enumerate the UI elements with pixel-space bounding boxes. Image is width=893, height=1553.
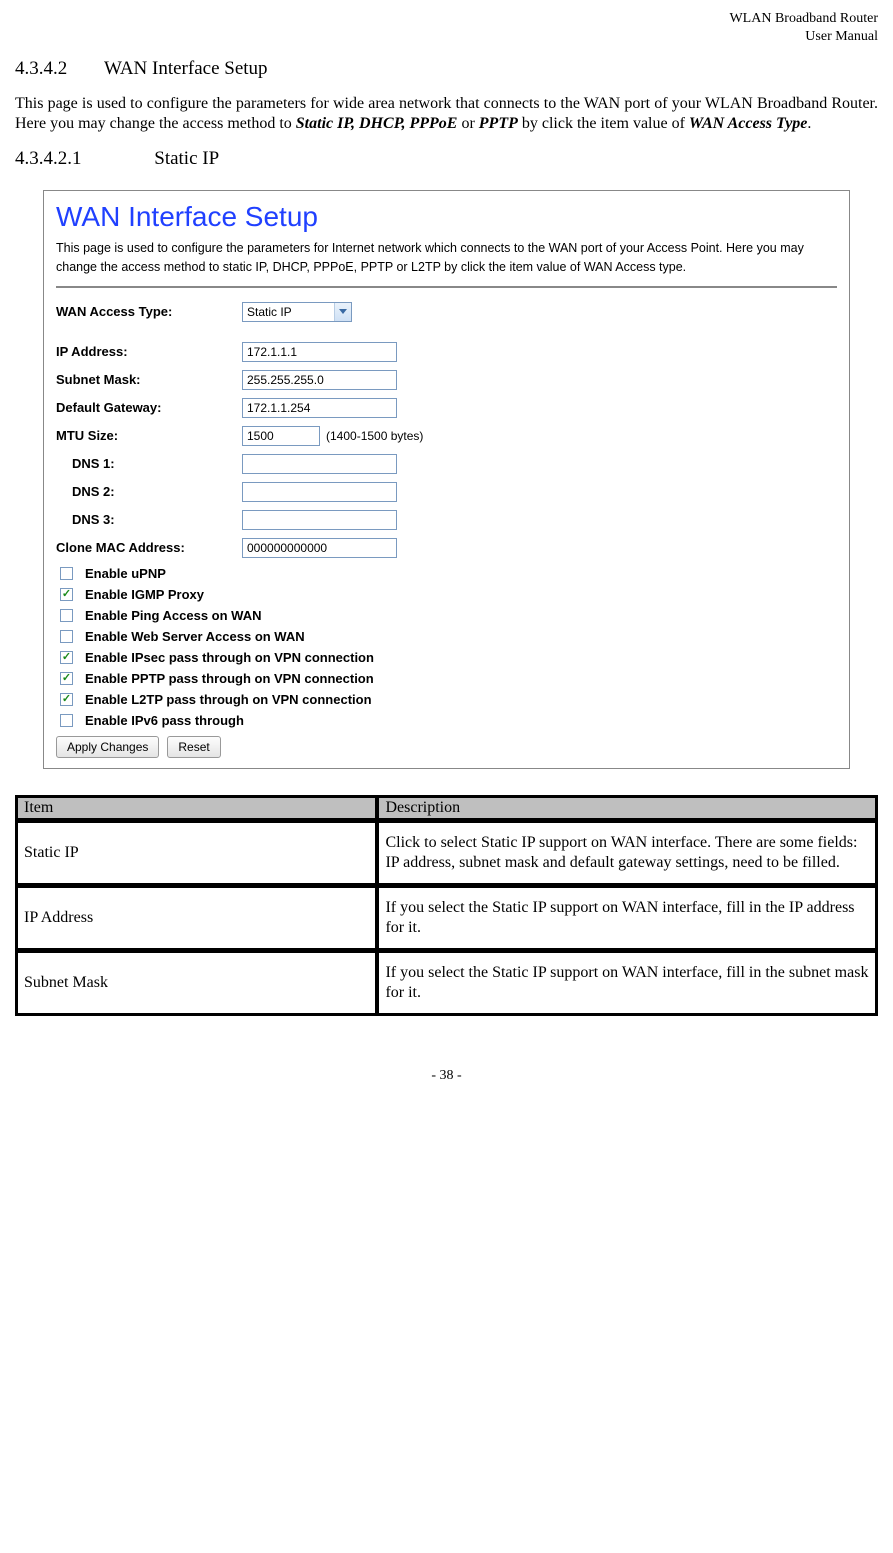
section-num: 4.3.4.2 xyxy=(15,58,67,80)
checkbox-label: Enable IPv6 pass through xyxy=(85,713,244,728)
label-ip-address: IP Address: xyxy=(56,344,242,359)
intro-bi-2: PPTP xyxy=(479,115,518,132)
checkbox[interactable] xyxy=(60,567,73,580)
input-default-gateway[interactable] xyxy=(242,398,397,418)
row-wan-access-type: WAN Access Type: Static IP xyxy=(56,302,837,322)
input-mtu-size[interactable] xyxy=(242,426,320,446)
cell-item: IP Address xyxy=(15,886,377,951)
doc-header-line2: User Manual xyxy=(805,29,878,44)
section-title: WAN Interface Setup xyxy=(104,58,268,80)
checkbox-row: ✓ Enable IGMP Proxy xyxy=(60,587,837,602)
label-dns2: DNS 2: xyxy=(56,484,242,499)
cell-description: If you select the Static IP support on W… xyxy=(377,951,878,1016)
checkbox-row: ✓ Enable PPTP pass through on VPN connect… xyxy=(60,671,837,686)
label-default-gateway: Default Gateway: xyxy=(56,400,242,415)
doc-header-line1: WLAN Broadband Router xyxy=(729,11,878,26)
row-ip-address: IP Address: xyxy=(56,342,837,362)
table-row: Static IPClick to select Static IP suppo… xyxy=(15,821,878,886)
table-row: Subnet MaskIf you select the Static IP s… xyxy=(15,951,878,1016)
checkbox[interactable]: ✓ xyxy=(60,693,73,706)
screenshot-panel: WAN Interface Setup This page is used to… xyxy=(43,190,850,768)
button-row: Apply Changes Reset xyxy=(56,736,837,758)
row-default-gateway: Default Gateway: xyxy=(56,398,837,418)
th-item: Item xyxy=(15,795,377,821)
label-clone-mac: Clone MAC Address: xyxy=(56,540,242,555)
table-header-row: Item Description xyxy=(15,795,878,821)
checkbox[interactable] xyxy=(60,630,73,643)
row-subnet-mask: Subnet Mask: xyxy=(56,370,837,390)
intro-text-2: or xyxy=(457,115,478,132)
row-dns2: DNS 2: xyxy=(56,482,837,502)
label-dns1: DNS 1: xyxy=(56,456,242,471)
intro-text-4: . xyxy=(807,115,811,132)
select-wan-access-type[interactable]: Static IP xyxy=(242,302,352,322)
intro-paragraph: This page is used to configure the param… xyxy=(15,94,878,134)
checkbox-label: Enable Web Server Access on WAN xyxy=(85,629,305,644)
checkbox-row: Enable uPNP xyxy=(60,566,837,581)
reset-button[interactable]: Reset xyxy=(167,736,220,758)
checkbox-label: Enable IPsec pass through on VPN connect… xyxy=(85,650,374,665)
checkbox-row: Enable IPv6 pass through xyxy=(60,713,837,728)
input-clone-mac[interactable] xyxy=(242,538,397,558)
checkbox[interactable]: ✓ xyxy=(60,651,73,664)
apply-changes-button[interactable]: Apply Changes xyxy=(56,736,159,758)
label-mtu-size: MTU Size: xyxy=(56,428,242,443)
checkbox-row: Enable Ping Access on WAN xyxy=(60,608,837,623)
th-description: Description xyxy=(377,795,878,821)
subsection-num: 4.3.4.2.1 xyxy=(15,148,82,170)
section-heading: 4.3.4.2 WAN Interface Setup xyxy=(15,58,878,80)
page-footer: - 38 - xyxy=(15,1068,878,1084)
divider xyxy=(56,286,837,288)
chevron-down-icon xyxy=(334,303,351,321)
row-clone-mac: Clone MAC Address: xyxy=(56,538,837,558)
intro-text-3: by click the item value of xyxy=(518,115,689,132)
intro-bi-3: WAN Access Type xyxy=(689,115,807,132)
panel-title: WAN Interface Setup xyxy=(56,201,837,233)
input-ip-address[interactable] xyxy=(242,342,397,362)
checkbox[interactable] xyxy=(60,714,73,727)
mtu-hint: (1400-1500 bytes) xyxy=(326,429,423,443)
row-dns3: DNS 3: xyxy=(56,510,837,530)
checkbox-row: ✓ Enable L2TP pass through on VPN connect… xyxy=(60,692,837,707)
subsection-title: Static IP xyxy=(154,148,219,170)
description-table: Item Description Static IPClick to selec… xyxy=(15,795,878,1016)
checkbox-row: Enable Web Server Access on WAN xyxy=(60,629,837,644)
input-dns2[interactable] xyxy=(242,482,397,502)
cell-description: If you select the Static IP support on W… xyxy=(377,886,878,951)
checkbox[interactable] xyxy=(60,609,73,622)
doc-header: WLAN Broadband Router User Manual xyxy=(15,10,878,46)
label-wan-access-type: WAN Access Type: xyxy=(56,304,242,319)
checkbox-label: Enable Ping Access on WAN xyxy=(85,608,262,623)
intro-bi-1: Static IP, DHCP, PPPoE xyxy=(296,115,458,132)
row-mtu-size: MTU Size: (1400-1500 bytes) xyxy=(56,426,837,446)
checkbox-label: Enable IGMP Proxy xyxy=(85,587,204,602)
input-dns1[interactable] xyxy=(242,454,397,474)
checkbox-list: Enable uPNP ✓ Enable IGMP Proxy Enable Ping… xyxy=(56,566,837,728)
input-subnet-mask[interactable] xyxy=(242,370,397,390)
checkbox-label: Enable uPNP xyxy=(85,566,166,581)
row-dns1: DNS 1: xyxy=(56,454,837,474)
cell-item: Static IP xyxy=(15,821,377,886)
label-dns3: DNS 3: xyxy=(56,512,242,527)
cell-item: Subnet Mask xyxy=(15,951,377,1016)
checkbox-row: ✓ Enable IPsec pass through on VPN connec… xyxy=(60,650,837,665)
checkbox-label: Enable PPTP pass through on VPN connecti… xyxy=(85,671,374,686)
select-value: Static IP xyxy=(247,305,292,319)
checkbox-label: Enable L2TP pass through on VPN connecti… xyxy=(85,692,372,707)
cell-description: Click to select Static IP support on WAN… xyxy=(377,821,878,886)
panel-desc: This page is used to configure the param… xyxy=(56,239,837,275)
checkbox[interactable]: ✓ xyxy=(60,672,73,685)
label-subnet-mask: Subnet Mask: xyxy=(56,372,242,387)
input-dns3[interactable] xyxy=(242,510,397,530)
subsection-heading: 4.3.4.2.1 Static IP xyxy=(15,148,878,170)
table-row: IP AddressIf you select the Static IP su… xyxy=(15,886,878,951)
checkbox[interactable]: ✓ xyxy=(60,588,73,601)
